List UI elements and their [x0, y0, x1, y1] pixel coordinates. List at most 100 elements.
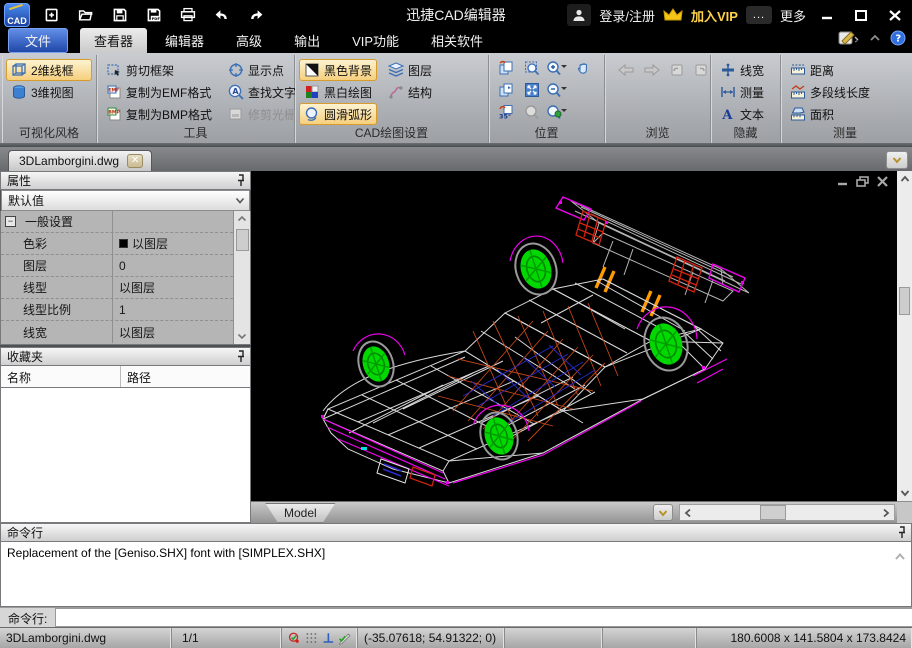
- zoom-extents-icon[interactable]: [524, 82, 540, 103]
- minimize-button[interactable]: [814, 4, 840, 26]
- menu-tab-output[interactable]: 输出: [280, 28, 334, 53]
- help-icon[interactable]: ?: [890, 30, 906, 51]
- structure-button[interactable]: 结构: [383, 81, 437, 103]
- property-row-ltscale[interactable]: 线型比例 1: [1, 299, 233, 321]
- drawing-canvas[interactable]: [251, 171, 897, 501]
- distance-button[interactable]: 距离: [785, 59, 905, 81]
- maximize-button[interactable]: [848, 4, 874, 26]
- mdi-close-icon[interactable]: [876, 176, 889, 187]
- zoom-object-button[interactable]: [546, 104, 570, 125]
- layout-dropdown[interactable]: [653, 504, 673, 521]
- menu-tab-viewer[interactable]: 查看器: [80, 28, 148, 53]
- draw-settings-icon[interactable]: [338, 630, 351, 646]
- view-3d-button[interactable]: 3维视图: [6, 81, 92, 103]
- group-label: 可视化风格: [18, 126, 79, 140]
- smooth-arc-button[interactable]: 圆滑弧形: [299, 103, 378, 125]
- copy-bmp-button[interactable]: BMP 复制为BMP格式: [101, 103, 217, 125]
- mdi-minimize-icon[interactable]: [836, 176, 849, 187]
- command-log[interactable]: Replacement of the [Geniso.SHX] font wit…: [0, 542, 912, 607]
- scroll-up-icon[interactable]: [894, 550, 906, 564]
- print-button[interactable]: [176, 4, 200, 26]
- property-row-lineweight[interactable]: 线宽 以图层: [1, 321, 233, 343]
- ortho-toggle-icon[interactable]: [322, 630, 335, 646]
- crop-frame-button[interactable]: 剪切框架: [101, 59, 217, 81]
- hide-text-button[interactable]: A 文本: [715, 103, 776, 125]
- favorites-list[interactable]: [0, 388, 251, 523]
- tab-list-dropdown[interactable]: [886, 151, 908, 169]
- wireframe-cube-icon: [12, 63, 26, 76]
- property-row-color[interactable]: 色彩 以图层: [1, 233, 233, 255]
- save-as-pdf-button[interactable]: PDF: [142, 4, 166, 26]
- ribbon-group-hide: 线宽 测量 A 文本 隐藏: [711, 55, 781, 143]
- rotate-view-pages-icon[interactable]: [498, 60, 514, 81]
- new-file-button[interactable]: [40, 4, 64, 26]
- ribbon-group-cad-settings: 黑色背景 黑白绘图 圆滑弧形 图层 结构 CAD绘图设置: [295, 55, 489, 143]
- column-path[interactable]: 路径: [121, 366, 151, 387]
- login-register-button[interactable]: 登录/注册: [599, 6, 655, 25]
- rotate-35-icon[interactable]: 35°: [498, 104, 514, 125]
- tab-close-icon[interactable]: ✕: [127, 154, 144, 168]
- area-button[interactable]: 面积: [785, 103, 905, 125]
- show-points-button[interactable]: 显示点: [223, 59, 301, 81]
- scroll-down-icon[interactable]: [900, 485, 910, 501]
- menu-tab-advanced[interactable]: 高级: [222, 28, 276, 53]
- menu-tab-file[interactable]: 文件: [8, 28, 69, 53]
- save-button[interactable]: [108, 4, 132, 26]
- hide-measure-button[interactable]: 测量: [715, 81, 776, 103]
- status-empty-section: [603, 628, 697, 648]
- zoom-out-button[interactable]: [546, 82, 570, 103]
- layers-button[interactable]: 图层: [383, 59, 437, 81]
- line-width-button[interactable]: 线宽: [715, 59, 776, 81]
- zoom-in-button[interactable]: [546, 60, 570, 81]
- model-tab[interactable]: Model: [265, 502, 336, 523]
- scroll-thumb[interactable]: [899, 287, 910, 315]
- pin-icon[interactable]: [897, 526, 907, 539]
- scroll-left-icon[interactable]: [680, 505, 696, 520]
- horizontal-scrollbar[interactable]: [679, 504, 895, 521]
- redo-button[interactable]: [244, 4, 268, 26]
- scroll-thumb[interactable]: [759, 505, 786, 520]
- property-row-linetype[interactable]: 线型 以图层: [1, 277, 233, 299]
- pan-hand-icon[interactable]: [576, 60, 592, 81]
- scroll-right-icon[interactable]: [878, 505, 894, 520]
- property-row-layer[interactable]: 图层 0: [1, 255, 233, 277]
- copy-pages-icon[interactable]: [498, 82, 514, 103]
- column-name[interactable]: 名称: [1, 366, 121, 387]
- collapse-icon[interactable]: −: [5, 216, 16, 227]
- status-page-indicator: 1/1: [172, 628, 282, 648]
- quick-menu-button[interactable]: ...: [745, 6, 772, 24]
- menu-tab-editor[interactable]: 编辑器: [151, 28, 218, 53]
- menu-tab-related[interactable]: 相关软件: [417, 28, 497, 53]
- scroll-thumb[interactable]: [235, 229, 249, 251]
- open-file-button[interactable]: [74, 4, 98, 26]
- undo-button[interactable]: [210, 4, 234, 26]
- pin-icon[interactable]: [236, 350, 246, 363]
- mdi-restore-icon[interactable]: [856, 176, 869, 187]
- trim-raster-icon: [229, 108, 242, 120]
- wireframe-2d-button[interactable]: 2维线框: [6, 59, 92, 81]
- minimize-ribbon-icon[interactable]: [867, 31, 883, 50]
- polyline-length-button[interactable]: 多段线长度: [785, 81, 905, 103]
- properties-scrollbar[interactable]: [233, 211, 250, 344]
- bw-drawing-button[interactable]: 黑白绘图: [299, 81, 377, 103]
- join-vip-button[interactable]: 加入VIP: [691, 6, 738, 25]
- menu-tab-vip[interactable]: VIP功能: [338, 28, 413, 53]
- osnap-toggle-icon[interactable]: [288, 630, 301, 646]
- scroll-up-icon[interactable]: [900, 171, 910, 187]
- copy-emf-button[interactable]: EMF 复制为EMF格式: [101, 81, 217, 103]
- find-text-button[interactable]: A 查找文字: [223, 81, 301, 103]
- zoom-window-icon[interactable]: [524, 60, 540, 81]
- command-input[interactable]: [55, 608, 912, 627]
- property-preset-dropdown[interactable]: 默认值: [1, 190, 250, 211]
- close-button[interactable]: [882, 4, 908, 26]
- grid-toggle-icon[interactable]: [305, 630, 318, 646]
- pin-icon[interactable]: [236, 174, 246, 187]
- annotate-icon[interactable]: [838, 30, 860, 51]
- layout-tab-bar: Model: [251, 501, 897, 523]
- black-background-button[interactable]: 黑色背景: [299, 59, 378, 81]
- more-button[interactable]: 更多: [780, 6, 806, 25]
- property-section-row[interactable]: − 一般设置: [1, 211, 233, 233]
- vertical-scrollbar[interactable]: [897, 171, 912, 523]
- app-window: CAD PDF 迅捷CAD编辑器 登录/注册 加入VIP ... 更多 文件 查…: [0, 0, 912, 648]
- document-tab[interactable]: 3DLamborgini.dwg ✕: [8, 150, 153, 171]
